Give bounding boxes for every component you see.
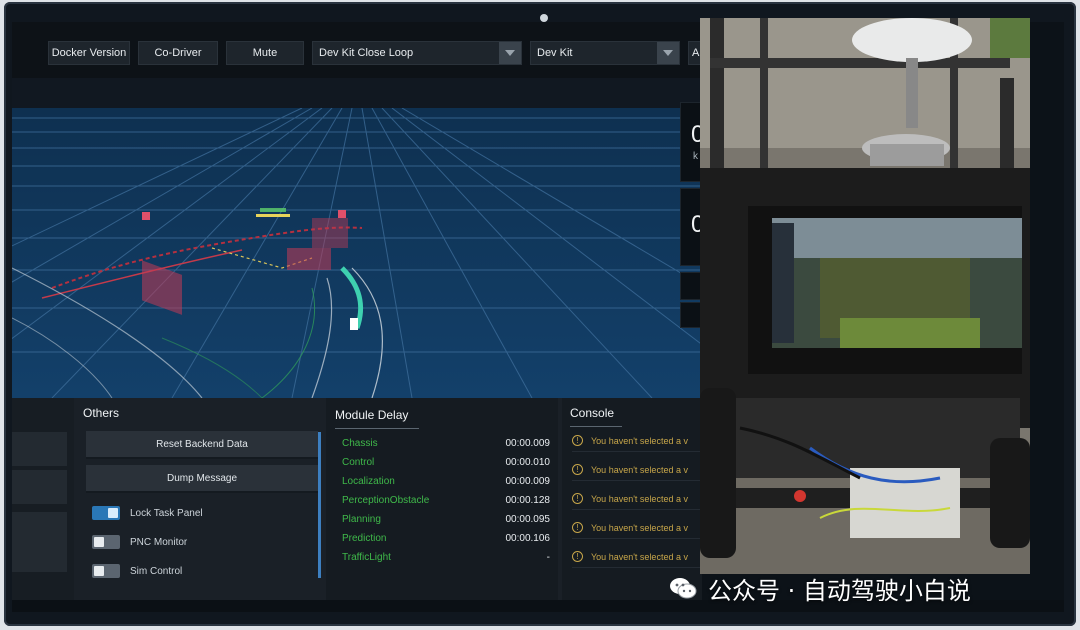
bottom-panels: Others Reset Backend Data Dump Message L… bbox=[12, 398, 702, 612]
console-message-text: You haven't selected a v bbox=[591, 493, 688, 504]
pnc-monitor-toggle-row[interactable]: PNC Monitor bbox=[92, 533, 187, 551]
warning-icon: ! bbox=[572, 522, 583, 533]
task-block[interactable] bbox=[12, 512, 67, 572]
wechat-watermark: 公众号 · 自动驾驶小白说 bbox=[668, 570, 971, 606]
delay-module-name: Planning bbox=[342, 513, 381, 525]
warning-icon: ! bbox=[572, 551, 583, 562]
console-message-text: You haven't selected a v bbox=[591, 551, 688, 562]
delay-row: Prediction 00:00.106 bbox=[342, 529, 550, 547]
delay-value: - bbox=[546, 551, 550, 563]
extra-select-value: A bbox=[692, 47, 700, 59]
console-message: ! You haven't selected a v bbox=[572, 517, 702, 539]
toggle-label: Sim Control bbox=[130, 565, 183, 577]
watermark-text: 公众号 · 自动驾驶小白说 bbox=[708, 576, 971, 605]
task-block[interactable] bbox=[12, 470, 67, 504]
console-message: ! You haven't selected a v bbox=[572, 546, 702, 568]
delay-module-name: TrafficLight bbox=[342, 551, 391, 563]
dump-message-button[interactable]: Dump Message bbox=[86, 465, 318, 493]
mode-select-value: Dev Kit Close Loop bbox=[319, 47, 414, 59]
task-block[interactable] bbox=[12, 432, 67, 466]
device-frame: Docker Version Co-Driver Mute Dev Kit Cl… bbox=[0, 0, 1080, 630]
chevron-down-icon bbox=[499, 42, 521, 64]
lock-task-panel-toggle[interactable] bbox=[92, 506, 120, 520]
toggle-label: PNC Monitor bbox=[130, 536, 188, 548]
delay-value: 00:00.009 bbox=[505, 475, 551, 487]
delay-value: 00:00.095 bbox=[505, 513, 551, 525]
lock-task-panel-toggle-row[interactable]: Lock Task Panel bbox=[92, 504, 203, 522]
delay-module-name: PerceptionObstacle bbox=[342, 494, 430, 506]
title-underline bbox=[570, 426, 622, 427]
module-delay-title: Module Delay bbox=[335, 408, 409, 422]
pnc-monitor-toggle[interactable] bbox=[92, 535, 120, 549]
title-underline bbox=[335, 428, 419, 429]
delay-module-name: Prediction bbox=[342, 532, 387, 544]
speed-unit: k bbox=[693, 151, 698, 162]
console-message-text: You haven't selected a v bbox=[591, 464, 688, 475]
sim-control-toggle-row[interactable]: Sim Control bbox=[92, 562, 182, 580]
warning-icon: ! bbox=[572, 464, 583, 475]
delay-row: Localization 00:00.009 bbox=[342, 472, 550, 490]
tasks-panel-stub bbox=[12, 398, 74, 612]
delay-module-name: Control bbox=[342, 456, 375, 468]
console-message: ! You haven't selected a v bbox=[572, 488, 702, 510]
console-message: ! You haven't selected a v bbox=[572, 430, 702, 452]
vehicle-photo-illustration bbox=[700, 18, 1030, 574]
vehicle-select-value: Dev Kit bbox=[537, 47, 573, 59]
mute-button[interactable]: Mute bbox=[226, 41, 304, 65]
status-subbar bbox=[12, 78, 702, 108]
console-message-text: You haven't selected a v bbox=[591, 522, 688, 533]
delay-value: 00:00.128 bbox=[505, 494, 551, 506]
mode-select[interactable]: Dev Kit Close Loop bbox=[312, 41, 522, 65]
delay-value: 00:00.010 bbox=[505, 456, 551, 468]
others-scrollbar[interactable] bbox=[318, 432, 321, 578]
delay-module-name: Localization bbox=[342, 475, 395, 487]
module-delay-panel: Module Delay Chassis 00:00.009 Control 0… bbox=[326, 398, 558, 612]
delay-row: Planning 00:00.095 bbox=[342, 510, 550, 528]
vehicle-select[interactable]: Dev Kit bbox=[530, 41, 680, 65]
top-toolbar: Docker Version Co-Driver Mute Dev Kit Cl… bbox=[12, 22, 702, 78]
chevron-down-icon bbox=[657, 42, 679, 64]
toggle-label: Lock Task Panel bbox=[130, 507, 203, 519]
warning-icon: ! bbox=[572, 435, 583, 446]
console-message-text: You haven't selected a v bbox=[591, 435, 688, 446]
reset-backend-data-button[interactable]: Reset Backend Data bbox=[86, 431, 318, 459]
console-message: ! You haven't selected a v bbox=[572, 459, 702, 481]
delay-row: TrafficLight - bbox=[342, 548, 550, 566]
scene-3d-view[interactable] bbox=[12, 108, 702, 398]
delay-value: 00:00.009 bbox=[505, 437, 551, 449]
delay-row: Control 00:00.010 bbox=[342, 453, 550, 471]
ego-vehicle-marker bbox=[350, 318, 358, 330]
co-driver-button[interactable]: Co-Driver bbox=[138, 41, 218, 65]
console-title: Console bbox=[570, 406, 615, 420]
others-title: Others bbox=[83, 406, 120, 420]
docker-version-button[interactable]: Docker Version bbox=[48, 41, 130, 65]
scene-grid-canvas bbox=[12, 108, 702, 398]
delay-row: PerceptionObstacle 00:00.128 bbox=[342, 491, 550, 509]
others-panel: Others Reset Backend Data Dump Message L… bbox=[80, 398, 322, 612]
delay-row: Chassis 00:00.009 bbox=[342, 434, 550, 452]
delay-value: 00:00.106 bbox=[505, 532, 551, 544]
wechat-logo-icon bbox=[670, 578, 697, 599]
sim-control-toggle[interactable] bbox=[92, 564, 120, 578]
camera-dot bbox=[540, 14, 548, 22]
vehicle-photo bbox=[700, 18, 1030, 574]
warning-icon: ! bbox=[572, 493, 583, 504]
delay-module-name: Chassis bbox=[342, 437, 378, 449]
